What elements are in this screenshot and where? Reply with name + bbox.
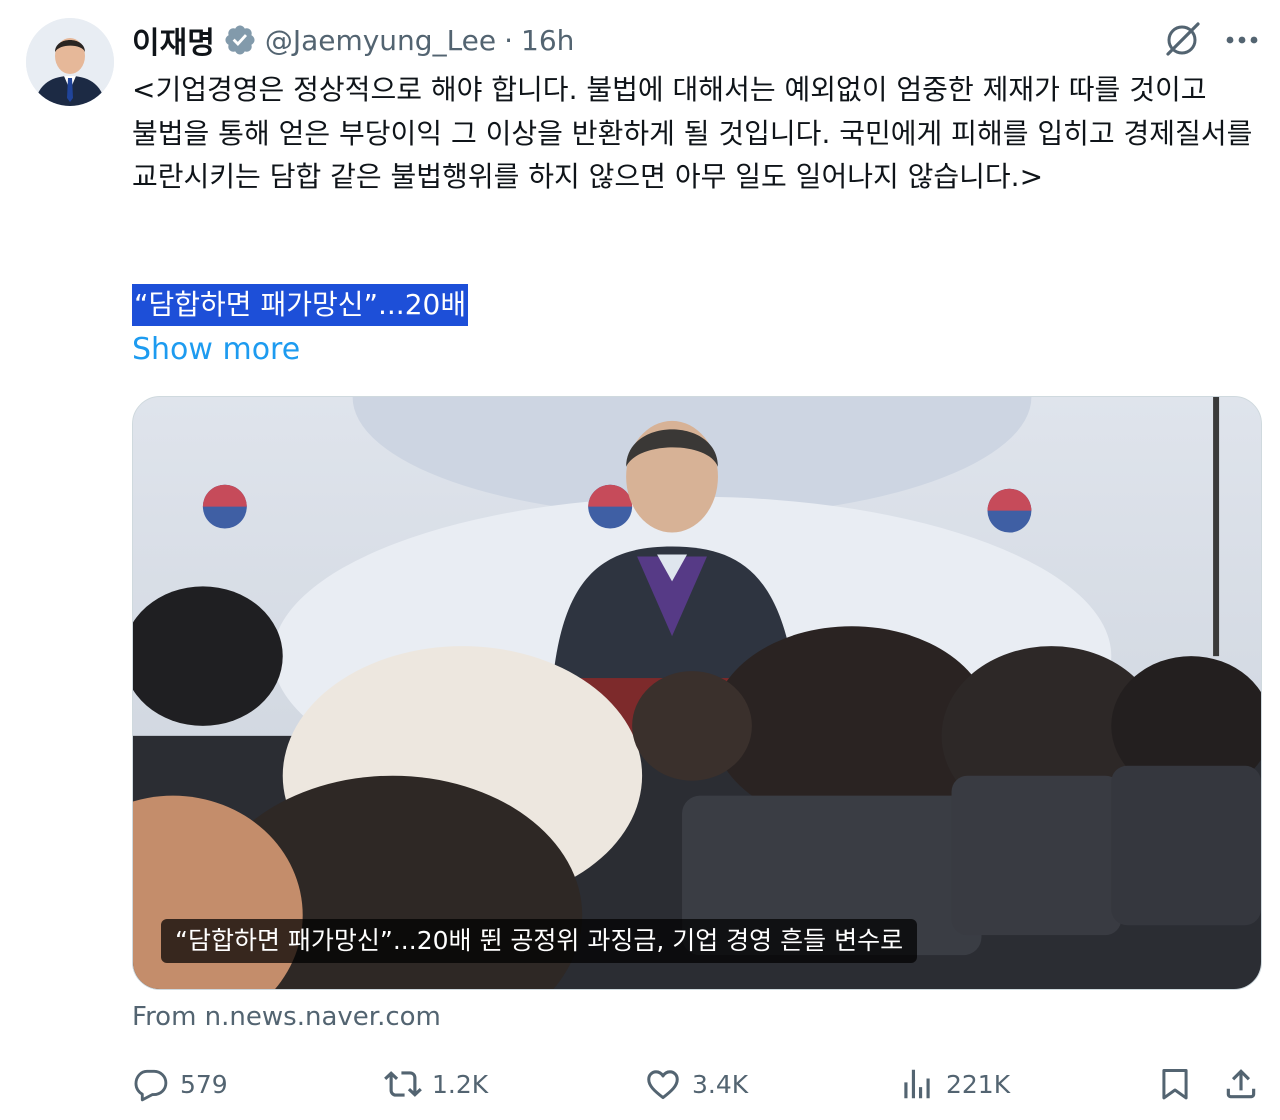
- share-button[interactable]: [1222, 1062, 1270, 1106]
- reply-count: 579: [180, 1069, 228, 1099]
- press-conference-photo: [133, 397, 1261, 989]
- heart-icon: [647, 1070, 679, 1100]
- header-separator: ·: [504, 23, 514, 57]
- bookmark-icon: [1162, 1069, 1188, 1100]
- reply-button[interactable]: 579: [132, 1062, 228, 1106]
- selected-text: “담합하면 패가망신”...20배: [132, 284, 469, 326]
- show-more-link[interactable]: Show more: [132, 330, 300, 370]
- bookmark-button[interactable]: [1156, 1062, 1204, 1106]
- views-count: 221K: [946, 1069, 1011, 1099]
- tweet-text: <기업경영은 정상적으로 해야 합니다. 불법에 대해서는 예외없이 엄중한 제…: [132, 73, 1262, 193]
- reply-icon: [134, 1069, 168, 1102]
- repost-count: 1.2K: [432, 1069, 489, 1099]
- author-handle[interactable]: @Jaemyung_Lee: [265, 24, 496, 57]
- grok-icon[interactable]: [1162, 20, 1202, 60]
- share-icon: [1226, 1069, 1256, 1099]
- tweet-timestamp[interactable]: 16h: [521, 24, 574, 57]
- more-options-icon[interactable]: [1222, 24, 1262, 56]
- like-count: 3.4K: [692, 1069, 749, 1099]
- tweet-header: 이재명 @Jaemyung_Lee · 16h: [132, 18, 574, 62]
- repost-icon: [384, 1071, 422, 1097]
- card-source-link[interactable]: From n.news.naver.com: [132, 998, 441, 1036]
- link-preview-card[interactable]: “담합하면 패가망신”...20배 뛴 공정위 과징금, 기업 경영 흔들 변수…: [132, 396, 1262, 990]
- avatar-photo: [26, 18, 114, 106]
- views-chart-icon: [904, 1069, 930, 1099]
- card-caption: “담합하면 패가망신”...20배 뛴 공정위 과징금, 기업 경영 흔들 변수…: [161, 919, 918, 963]
- like-button[interactable]: 3.4K: [644, 1062, 748, 1106]
- author-name[interactable]: 이재명: [132, 18, 215, 62]
- verified-badge-icon: [223, 23, 257, 57]
- repost-button[interactable]: 1.2K: [384, 1062, 488, 1106]
- author-avatar[interactable]: [26, 18, 114, 106]
- views-button[interactable]: 221K: [898, 1062, 1010, 1106]
